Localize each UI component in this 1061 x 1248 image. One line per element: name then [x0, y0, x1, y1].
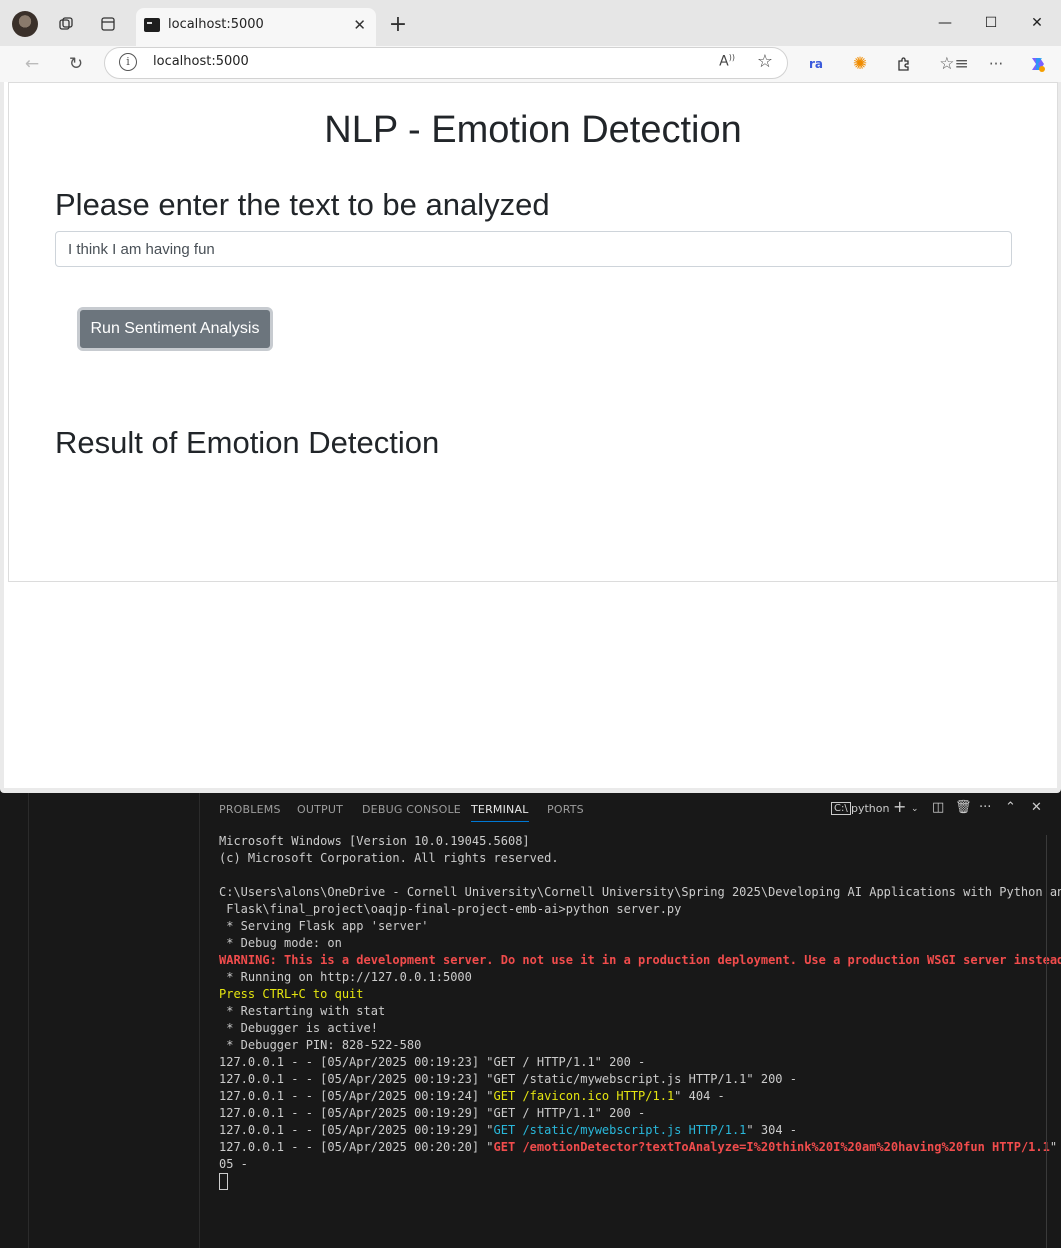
chevron-down-icon[interactable]: ⌄ [911, 804, 919, 814]
orange-extension-icon[interactable]: ✺ [846, 50, 874, 78]
vscode-window: PROBLEMS OUTPUT DEBUG CONSOLE TERMINAL P… [0, 793, 1061, 1248]
terminal-favicon-icon [144, 18, 160, 32]
tab-strip: localhost:5000 ✕ + — ☐ ✕ [0, 0, 1061, 46]
minimize-icon[interactable]: — [922, 8, 968, 38]
tab-debug-console[interactable]: DEBUG CONSOLE [362, 803, 461, 816]
log-request: GET /emotionDetector?textToAnalyze=I%20t… [493, 1140, 1050, 1154]
terminal-line: * Running on http://127.0.0.1:5000 [219, 970, 472, 984]
text-to-analyze-input[interactable] [55, 231, 1012, 267]
terminal-line: * Debugger is active! [219, 1021, 378, 1035]
terminal-line: * Serving Flask app 'server' [219, 919, 429, 933]
prompt-heading: Please enter the text to be analyzed [55, 187, 550, 222]
favorite-star-icon[interactable]: ☆ [757, 51, 773, 72]
log-request: GET /static/mywebscript.js HTTP/1.1 [493, 1123, 747, 1137]
page-container: NLP - Emotion Detection Please enter the… [8, 82, 1058, 582]
page-title: NLP - Emotion Detection [324, 109, 742, 151]
tab-localhost[interactable]: localhost:5000 ✕ [136, 8, 376, 46]
more-actions-icon[interactable]: ··· [979, 800, 991, 815]
panel-tabs: PROBLEMS OUTPUT DEBUG CONSOLE TERMINAL P… [199, 793, 1061, 827]
new-terminal-icon[interactable]: + [893, 797, 906, 816]
terminal-cursor [219, 1173, 228, 1190]
terminal-line: 127.0.0.1 - - [05/Apr/2025 00:19:23] "GE… [219, 1072, 797, 1086]
copilot-icon[interactable] [1024, 50, 1052, 78]
tab-problems[interactable]: PROBLEMS [219, 803, 281, 816]
terminal-prompt-line [219, 1173, 1055, 1190]
log-status: " 404 - [674, 1089, 725, 1103]
activity-bar [0, 793, 29, 1248]
terminal-line: C:\Users\alons\OneDrive - Cornell Univer… [219, 885, 1061, 899]
result-heading: Result of Emotion Detection [55, 425, 440, 460]
terminal-line: * Debugger PIN: 828-522-580 [219, 1038, 422, 1052]
terminal-shell-icon: C:\ [831, 802, 851, 815]
read-aloud-icon[interactable]: A)) [719, 53, 735, 70]
terminal-line: * Debug mode: on [219, 936, 342, 950]
terminal-quit-hint: Press CTRL+C to quit [219, 987, 364, 1001]
new-tab-icon[interactable]: + [384, 10, 412, 38]
back-icon[interactable]: ← [18, 50, 46, 78]
address-text: localhost:5000 [153, 54, 249, 69]
terminal-line: 127.0.0.1 - - [05/Apr/2025 00:19:29] "GE… [219, 1106, 646, 1120]
terminal-line: (c) Microsoft Corporation. All rights re… [219, 851, 559, 865]
terminal-line: 127.0.0.1 - - [05/Apr/2025 00:19:24] "GE… [219, 1088, 1055, 1105]
ra-extension-icon[interactable]: ra [802, 50, 830, 78]
maximize-icon[interactable]: ☐ [968, 8, 1014, 38]
tab-actions-icon[interactable] [94, 10, 122, 38]
terminal-line: 127.0.0.1 - - [05/Apr/2025 00:19:23] "GE… [219, 1055, 646, 1069]
more-options-icon[interactable]: ··· [982, 50, 1010, 78]
shell-label[interactable]: python [851, 802, 889, 815]
address-bar[interactable]: i localhost:5000 A)) ☆ [104, 47, 788, 79]
terminal-line: Microsoft Windows [Version 10.0.19045.56… [219, 834, 530, 848]
terminal-line: 127.0.0.1 - - [05/Apr/2025 00:19:29] "GE… [219, 1122, 1055, 1139]
side-bar [29, 793, 200, 1248]
browser-window: localhost:5000 ✕ + — ☐ ✕ ← ↻ i localhost… [0, 0, 1061, 793]
split-terminal-icon[interactable]: ◫ [932, 800, 944, 815]
terminal-line: * Restarting with stat [219, 1004, 386, 1018]
tab-terminal[interactable]: TERMINAL [471, 803, 529, 822]
workspaces-icon[interactable] [52, 10, 80, 38]
trash-icon[interactable]: 🗑 [955, 800, 972, 815]
terminal-line: 05 - [219, 1157, 248, 1171]
refresh-icon[interactable]: ↻ [62, 50, 90, 78]
terminal-line: 127.0.0.1 - - [05/Apr/2025 00:20:20] "GE… [219, 1139, 1057, 1156]
extensions-puzzle-icon[interactable] [890, 50, 918, 78]
terminal-output[interactable]: Microsoft Windows [Version 10.0.19045.56… [219, 833, 1061, 1190]
close-window-icon[interactable]: ✕ [1014, 8, 1060, 38]
tab-ports[interactable]: PORTS [547, 803, 584, 816]
terminal-scrollbar[interactable] [1046, 835, 1061, 1248]
run-sentiment-analysis-button[interactable]: Run Sentiment Analysis [77, 307, 273, 351]
profile-avatar[interactable] [12, 11, 38, 37]
log-prefix: 127.0.0.1 - - [05/Apr/2025 00:19:29] " [219, 1123, 494, 1137]
close-panel-icon[interactable]: ✕ [1031, 800, 1042, 815]
browser-toolbar: ← ↻ i localhost:5000 A)) ☆ ra ✺ ☆≡ ··· [0, 46, 1061, 82]
log-request: GET /favicon.ico HTTP/1.1 [493, 1089, 675, 1103]
favorites-icon[interactable]: ☆≡ [939, 50, 968, 78]
site-info-icon[interactable]: i [119, 53, 137, 71]
close-tab-icon[interactable]: ✕ [353, 16, 366, 34]
tab-output[interactable]: OUTPUT [297, 803, 343, 816]
tab-title: localhost:5000 [168, 17, 264, 32]
log-prefix: 127.0.0.1 - - [05/Apr/2025 00:20:20] " [219, 1140, 494, 1154]
log-prefix: 127.0.0.1 - - [05/Apr/2025 00:19:24] " [219, 1089, 494, 1103]
terminal-line: Flask\final_project\oaqjp-final-project-… [219, 902, 682, 916]
log-status: " 304 - [746, 1123, 797, 1137]
maximize-panel-icon[interactable]: ⌃ [1005, 800, 1016, 815]
page-viewport: NLP - Emotion Detection Please enter the… [4, 82, 1058, 788]
terminal-warning-line: WARNING: This is a development server. D… [219, 953, 1061, 967]
